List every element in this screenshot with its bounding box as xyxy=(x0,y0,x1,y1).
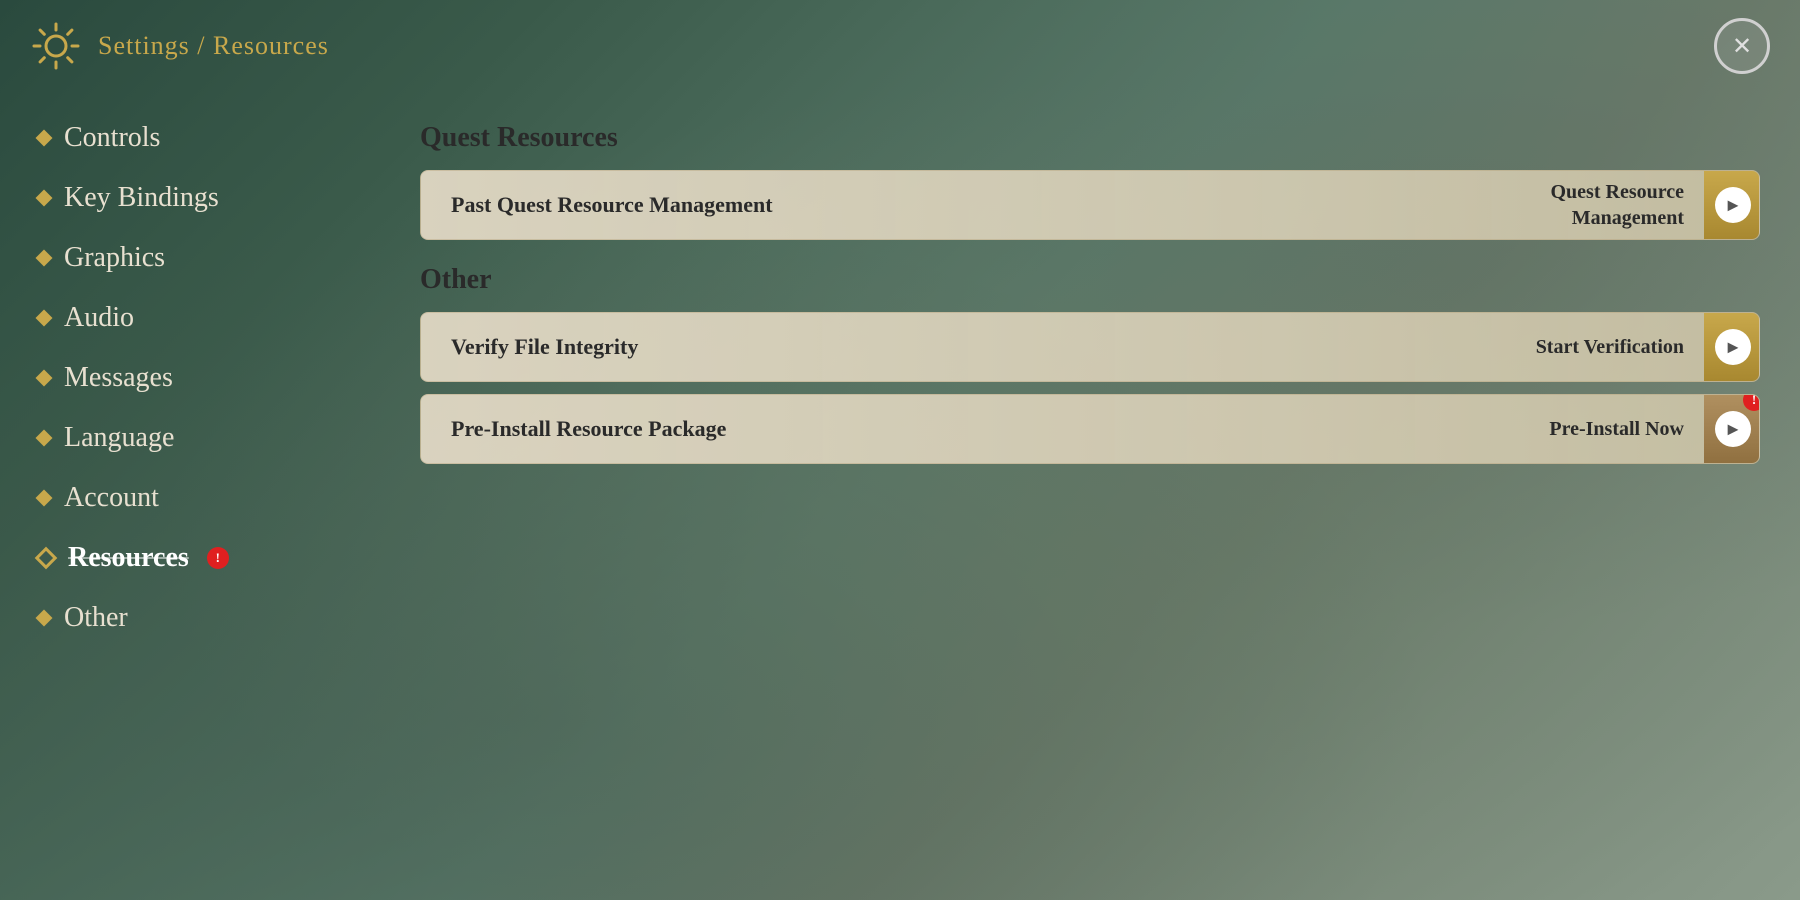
sidebar-item-resources[interactable]: Resources! xyxy=(30,532,350,584)
sidebar-item-language[interactable]: Language xyxy=(30,412,350,464)
content-area: Quest Resources Past Quest Resource Mana… xyxy=(380,92,1800,900)
sidebar-badge-resources: ! xyxy=(207,547,229,569)
past-quest-action-label: Quest Resource Management xyxy=(1531,179,1705,231)
sidebar-bullet-messages xyxy=(36,370,53,387)
sidebar-label-language: Language xyxy=(64,422,174,454)
sidebar-item-controls[interactable]: Controls xyxy=(30,112,350,164)
sidebar-label-other: Other xyxy=(64,602,128,634)
sidebar-label-audio: Audio xyxy=(64,302,134,334)
sidebar-item-audio[interactable]: Audio xyxy=(30,292,350,344)
sidebar-bullet-key-bindings xyxy=(36,190,53,207)
quest-section-title: Quest Resources xyxy=(420,122,1760,154)
sidebar-label-controls: Controls xyxy=(64,122,160,154)
sidebar: Controls Key Bindings Graphics Audio Message… xyxy=(0,92,380,900)
verify-right: Start Verification ► xyxy=(1516,313,1759,381)
page-title: Settings / Resources xyxy=(98,31,329,61)
close-button[interactable]: ✕ xyxy=(1714,18,1770,74)
sidebar-item-graphics[interactable]: Graphics xyxy=(30,232,350,284)
sidebar-bullet-account xyxy=(36,490,53,507)
verify-label: Verify File Integrity xyxy=(421,334,1516,360)
gear-icon xyxy=(30,20,82,72)
verify-row[interactable]: Verify File Integrity Start Verification… xyxy=(420,312,1760,382)
arrow-circle-verify-icon: ► xyxy=(1715,329,1751,365)
other-section-title: Other xyxy=(420,264,1760,296)
arrow-circle-preinstall-icon: ► xyxy=(1715,411,1751,447)
past-quest-arrow[interactable]: ► xyxy=(1707,171,1759,239)
sidebar-label-resources: Resources xyxy=(68,542,189,574)
arrow-circle-icon: ► xyxy=(1715,187,1751,223)
sidebar-bullet-graphics xyxy=(36,250,53,267)
pre-install-error-badge: ! xyxy=(1743,394,1760,411)
pre-install-action-label: Pre-Install Now xyxy=(1529,418,1704,441)
sidebar-bullet-audio xyxy=(36,310,53,327)
sidebar-bullet-language xyxy=(36,430,53,447)
past-quest-right: Quest Resource Management ► xyxy=(1531,171,1760,239)
sidebar-item-account[interactable]: Account xyxy=(30,472,350,524)
sidebar-bullet-other xyxy=(36,610,53,627)
sidebar-item-key-bindings[interactable]: Key Bindings xyxy=(30,172,350,224)
past-quest-label: Past Quest Resource Management xyxy=(421,192,1531,218)
sidebar-label-graphics: Graphics xyxy=(64,242,165,274)
past-quest-row[interactable]: Past Quest Resource Management Quest Res… xyxy=(420,170,1760,240)
sidebar-item-other[interactable]: Other xyxy=(30,592,350,644)
sidebar-label-messages: Messages xyxy=(64,362,173,394)
close-icon: ✕ xyxy=(1732,32,1752,61)
verify-arrow[interactable]: ► xyxy=(1707,313,1759,381)
pre-install-label: Pre-Install Resource Package xyxy=(421,416,1529,442)
sidebar-bullet-resources xyxy=(35,547,58,570)
sidebar-item-messages[interactable]: Messages xyxy=(30,352,350,404)
verify-action-label: Start Verification xyxy=(1516,336,1704,359)
sidebar-label-key-bindings: Key Bindings xyxy=(64,182,219,214)
sidebar-bullet-controls xyxy=(36,130,53,147)
pre-install-arrow[interactable]: ► ! xyxy=(1707,395,1759,463)
sidebar-label-account: Account xyxy=(64,482,159,514)
pre-install-row[interactable]: Pre-Install Resource Package Pre-Install… xyxy=(420,394,1760,464)
pre-install-right: Pre-Install Now ► ! xyxy=(1529,395,1759,463)
